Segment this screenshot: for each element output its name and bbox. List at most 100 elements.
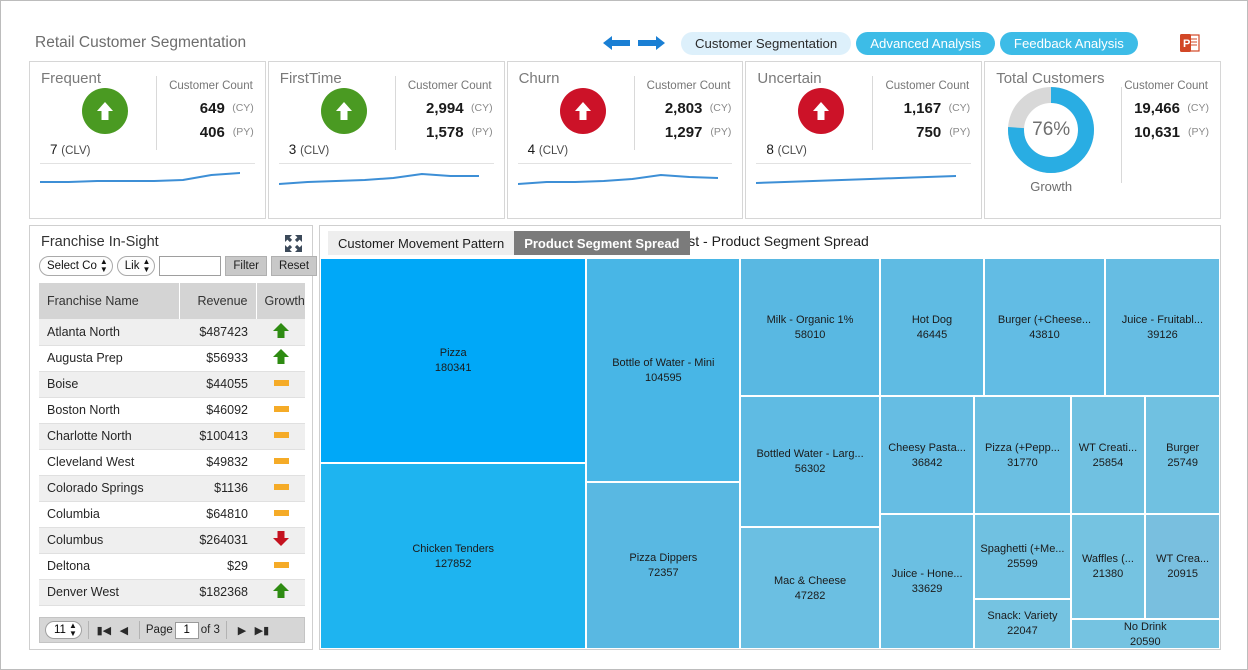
arrow-left-icon[interactable] [603, 35, 631, 51]
growth-flat-icon [256, 397, 305, 424]
column-header-growth[interactable]: Growth [256, 283, 306, 319]
treemap-tile-value: 56302 [794, 463, 826, 476]
filter-toolbar: Select Co ▲ ▼ Lik ▲ ▼ Filter Reset [39, 256, 318, 276]
previous-page-icon[interactable]: ◀ [115, 624, 133, 637]
treemap-chart: Pizza 180341 Chicken Tenders 127852 Bottle o… [320, 258, 1220, 649]
table-row[interactable]: Denver West $182368 [39, 579, 305, 606]
table-row[interactable]: Augusta Prep $56933 [39, 345, 305, 372]
spinner-icon: ▲ ▼ [99, 257, 108, 274]
tab-customer-segmentation[interactable]: Customer Segmentation [681, 32, 852, 55]
kpi-card-frequent[interactable]: Frequent 7 (CLV) Customer Count 649 (CY)… [29, 61, 266, 219]
treemap-tile[interactable]: Bottled Water - Larg... 56302 [740, 396, 880, 528]
treemap-tile[interactable]: Waffles (... 21380 [1070, 514, 1146, 620]
divider [87, 621, 89, 639]
table-row[interactable]: Deltona $29 [39, 553, 305, 580]
treemap-tile[interactable]: WT Crea... 20915 [1145, 514, 1220, 620]
table-row[interactable]: Boston North $46092 [39, 397, 305, 424]
first-page-icon[interactable]: ▮◀ [95, 624, 113, 637]
column-select-value: Select Co [47, 260, 97, 272]
treemap-tile[interactable]: Spaghetti (+Me... 25599 [974, 514, 1071, 599]
powerpoint-icon[interactable]: P [1179, 32, 1201, 54]
kpi-card-churn[interactable]: Churn 4 (CLV) Customer Count 2,803 (CY) … [506, 61, 744, 219]
column-header-name[interactable]: Franchise Name [39, 283, 180, 319]
reset-button[interactable]: Reset [270, 256, 318, 276]
dashboard-page: Retail Customer Segmentation Customer Se… [0, 0, 1248, 670]
treemap-tile[interactable]: Burger 25749 [1145, 396, 1220, 515]
arrow-up-circle-icon [559, 88, 606, 134]
cell-revenue: $44055 [179, 371, 256, 398]
table-row[interactable]: Columbus $264031 [39, 527, 305, 554]
table-row[interactable]: Colorado Springs $1136 [39, 475, 305, 502]
growth-flat-icon [256, 449, 305, 476]
treemap-tile-value: 25854 [1092, 456, 1124, 469]
page-title: Retail Customer Segmentation [35, 34, 247, 51]
page-number-input[interactable] [174, 621, 199, 639]
treemap-tab-bar: Customer Movement Pattern Product Segmen… [328, 231, 690, 255]
kpi-py-suffix: (PY) [710, 126, 732, 138]
kpi-title: Frequent [41, 70, 102, 87]
sparkline-chart [277, 168, 480, 207]
treemap-tile-label: Mac & Cheese [773, 574, 847, 587]
treemap-tile[interactable]: No Drink 20590 [1070, 619, 1220, 649]
kpi-clv-value: 3 [288, 142, 297, 157]
tab-advanced-analysis[interactable]: Advanced Analysis [856, 32, 995, 55]
treemap-tile[interactable]: Pizza 180341 [320, 258, 587, 464]
treemap-tile[interactable]: Juice - Hone... 33629 [879, 514, 975, 649]
kpi-py-suffix: (PY) [232, 126, 254, 138]
kpi-card-total-customers[interactable]: Total Customers 76% Growth Customer Coun… [984, 61, 1221, 219]
treemap-tile[interactable]: Hot Dog 46445 [879, 258, 985, 397]
kpi-title: FirstTime [279, 70, 342, 87]
treemap-tile[interactable]: Pizza (+Pepp... 31770 [974, 396, 1071, 515]
treemap-tile-value: 25749 [1167, 456, 1198, 469]
table-row[interactable]: Atlanta North $487423 [39, 319, 305, 346]
top-tab-bar: Customer Segmentation Advanced Analysis … [681, 32, 1138, 55]
column-header-revenue[interactable]: Revenue [179, 283, 257, 319]
franchise-table-body: Atlanta North $487423 Augusta Prep $56933 Bo… [39, 319, 305, 606]
cell-franchise-name: Colorado Springs [39, 475, 179, 502]
app-header: Retail Customer Segmentation Customer Se… [1, 1, 1248, 59]
treemap-tile[interactable]: Snack: Variety 22047 [974, 598, 1071, 649]
tab-product-segment-spread[interactable]: Product Segment Spread [514, 231, 690, 255]
treemap-tile[interactable]: Pizza Dippers 72357 [586, 482, 741, 649]
treemap-tile-label: Juice - Hone... [891, 568, 963, 581]
kpi-clv: 3 (CLV) [289, 142, 329, 157]
treemap-tile[interactable]: Milk - Organic 1% 58010 [740, 258, 880, 397]
kpi-py-suffix: (PY) [471, 126, 493, 138]
column-select[interactable]: Select Co ▲ ▼ [39, 256, 113, 276]
treemap-tile-label: Pizza [439, 347, 467, 360]
treemap-tile-value: 31770 [1007, 456, 1038, 469]
treemap-tile-label: WT Crea... [1156, 553, 1210, 566]
operator-select[interactable]: Lik ▲ ▼ [116, 256, 156, 276]
kpi-card-row: Frequent 7 (CLV) Customer Count 649 (CY)… [29, 61, 1221, 219]
treemap-tile-label: Pizza (+Pepp... [984, 441, 1060, 454]
treemap-tile[interactable]: WT Creati... 25854 [1070, 396, 1146, 515]
table-row[interactable]: Boise $44055 [39, 371, 305, 398]
divider [517, 163, 733, 164]
kpi-cy-value: 649 [199, 100, 225, 117]
tab-customer-movement-pattern[interactable]: Customer Movement Pattern [328, 231, 515, 255]
treemap-tile[interactable]: Burger (+Cheese... 43810 [984, 258, 1105, 397]
treemap-tile[interactable]: Juice - Fruitabl... 39126 [1104, 258, 1220, 397]
treemap-tile-value: 39126 [1147, 328, 1178, 341]
treemap-tile-value: 58010 [794, 328, 826, 341]
arrow-up-circle-icon [82, 88, 128, 134]
kpi-card-firsttime[interactable]: FirstTime 3 (CLV) Customer Count 2,994 (… [267, 61, 505, 219]
table-row[interactable]: Cleveland West $49832 [39, 449, 305, 476]
cell-franchise-name: Cleveland West [39, 449, 179, 476]
table-row[interactable]: Columbia $64810 [39, 501, 305, 528]
table-row[interactable]: Charlotte North $100413 [39, 423, 305, 450]
treemap-tile[interactable]: Mac & Cheese 47282 [740, 527, 880, 649]
treemap-tile[interactable]: Cheesy Pasta... 36842 [879, 396, 975, 515]
kpi-card-uncertain[interactable]: Uncertain 8 (CLV) Customer Count 1,167 (… [745, 61, 983, 219]
treemap-tile[interactable]: Chicken Tenders 127852 [320, 463, 587, 649]
operator-select-value: Lik [124, 260, 140, 272]
last-page-icon[interactable]: ▶▮ [253, 624, 271, 637]
filter-search-input[interactable] [159, 256, 222, 276]
tab-feedback-analysis[interactable]: Feedback Analysis [999, 32, 1138, 55]
arrow-right-icon[interactable] [637, 35, 665, 51]
expand-arrows-icon[interactable] [285, 235, 302, 252]
next-page-icon[interactable]: ▶ [233, 624, 251, 637]
filter-button[interactable]: Filter [225, 256, 267, 276]
page-size-select[interactable]: 11 ▲ ▼ [45, 621, 82, 639]
treemap-tile[interactable]: Bottle of Water - Mini 104595 [586, 258, 741, 483]
